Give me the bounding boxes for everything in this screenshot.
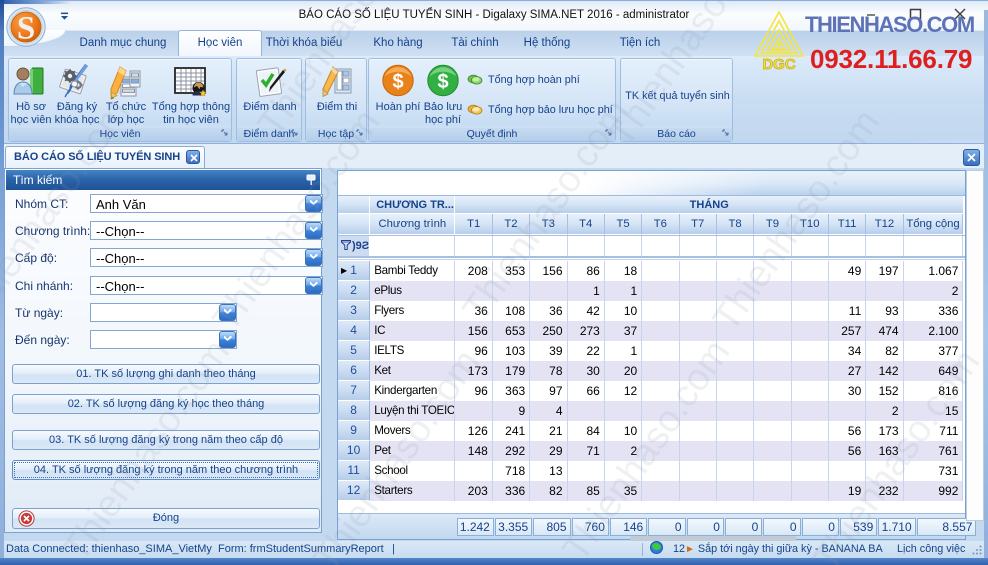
- svg-text:S: S: [17, 11, 35, 47]
- svg-text:$: $: [437, 71, 448, 93]
- svg-text:DGC: DGC: [762, 56, 796, 70]
- svg-text:$: $: [392, 71, 403, 93]
